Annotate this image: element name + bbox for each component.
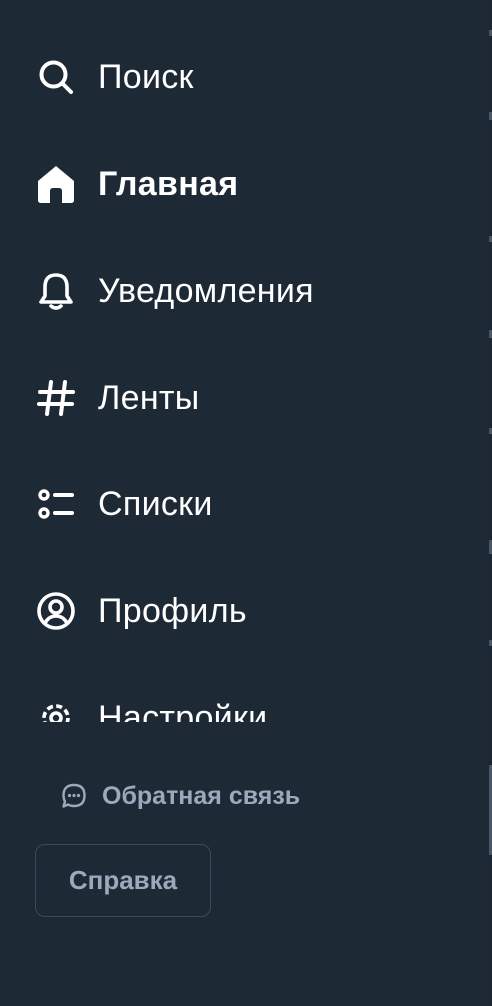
- feedback-label: Обратная связь: [102, 781, 301, 810]
- bell-icon: [36, 271, 76, 311]
- nav-item-search[interactable]: Поиск: [36, 52, 194, 102]
- nav-label-settings: Настройки: [98, 698, 268, 723]
- user-circle-icon: [36, 591, 76, 631]
- nav-label-home: Главная: [98, 164, 239, 203]
- nav-item-settings[interactable]: Настройки: [36, 693, 267, 722]
- nav-label-profile: Профиль: [98, 591, 247, 630]
- nav-item-profile[interactable]: Профиль: [36, 586, 247, 636]
- sidebar-nav: Поиск Главная Уведомления Ленты Списки П…: [0, 0, 490, 722]
- search-icon: [36, 57, 76, 97]
- nav-item-notifications[interactable]: Уведомления: [36, 266, 314, 316]
- nav-label-feeds: Ленты: [98, 378, 200, 417]
- chat-bubble-icon: [62, 783, 86, 808]
- nav-item-lists[interactable]: Списки: [36, 479, 213, 529]
- nav-label-search: Поиск: [98, 57, 194, 96]
- list-icon: [36, 484, 76, 524]
- nav-label-notifications: Уведомления: [98, 271, 314, 310]
- hashtag-icon: [36, 378, 76, 418]
- nav-item-home[interactable]: Главная: [36, 159, 238, 209]
- help-button[interactable]: Справка: [35, 844, 211, 917]
- nav-label-lists: Списки: [98, 484, 213, 523]
- feedback-link[interactable]: Обратная связь: [60, 776, 300, 816]
- nav-item-feeds[interactable]: Ленты: [36, 373, 200, 423]
- gear-icon: [36, 698, 76, 722]
- home-icon: [36, 164, 76, 204]
